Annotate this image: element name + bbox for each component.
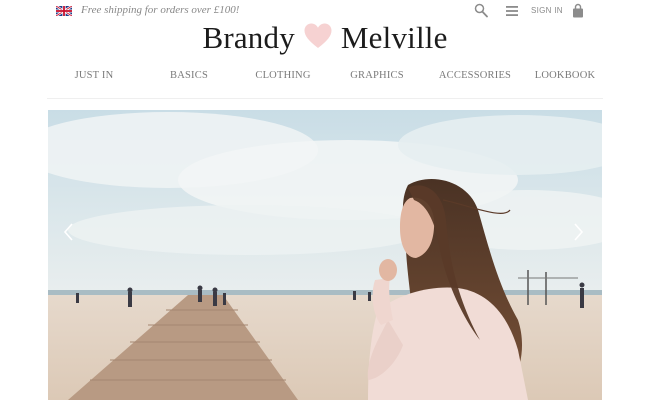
nav-item-graphics[interactable]: GRAPHICS: [350, 70, 404, 81]
uk-flag-icon: [56, 6, 72, 16]
chevron-right-icon[interactable]: [571, 220, 585, 244]
sign-in-link[interactable]: SIGN IN: [531, 6, 563, 15]
brand-logo[interactable]: Brandy Melville: [0, 20, 650, 60]
nav-divider: [47, 98, 603, 99]
brand-name-right: Melville: [340, 20, 448, 55]
menu-icon[interactable]: [506, 5, 518, 17]
nav-item-clothing[interactable]: CLOTHING: [255, 70, 310, 81]
nav-item-just-in[interactable]: JUST IN: [75, 70, 114, 81]
search-icon[interactable]: [474, 3, 488, 18]
nav-item-accessories[interactable]: ACCESSORIES: [439, 70, 511, 81]
brand-name-left: Brandy: [202, 20, 295, 55]
nav-item-lookbook[interactable]: LOOKBOOK: [535, 70, 596, 81]
nav-item-basics[interactable]: BASICS: [170, 70, 208, 81]
chevron-left-icon[interactable]: [62, 220, 76, 244]
shopping-bag-icon[interactable]: [572, 3, 584, 18]
promo-banner-text: Free shipping for orders over £100!: [81, 4, 240, 16]
hero-slide-image[interactable]: [48, 110, 602, 400]
main-navigation: JUST IN BASICS CLOTHING GRAPHICS ACCESSO…: [47, 70, 603, 88]
heart-icon: [304, 23, 332, 48]
